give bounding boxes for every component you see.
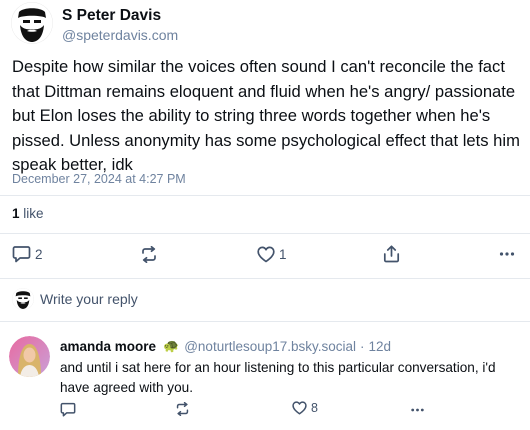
author-name[interactable]: S Peter Davis <box>62 7 161 25</box>
separator-dot: · <box>360 338 365 354</box>
reply-post[interactable]: amanda moore 🐢 @noturtlesoup17.bsky.soci… <box>0 324 530 430</box>
post-timestamp: December 27, 2024 at 4:27 PM <box>12 172 186 186</box>
commenter-avatar[interactable] <box>9 336 50 377</box>
reply-composer[interactable]: Write your reply <box>0 279 530 321</box>
comment-reply-button[interactable] <box>60 402 76 417</box>
commenter-photo-icon <box>9 336 50 377</box>
divider <box>0 233 530 234</box>
repost-button[interactable] <box>140 246 158 263</box>
heart-icon <box>292 401 307 415</box>
comment-like-count: 8 <box>311 401 318 415</box>
divider <box>0 195 530 196</box>
comment-time[interactable]: 12d <box>369 339 392 354</box>
author-handle[interactable]: @speterdavis.com <box>62 27 178 43</box>
share-button[interactable] <box>383 245 400 263</box>
reply-placeholder: Write your reply <box>40 291 138 307</box>
reply-bubble-icon <box>60 402 76 417</box>
comment-meta: amanda moore 🐢 @noturtlesoup17.bsky.soci… <box>60 338 391 354</box>
comment-more-options-button[interactable] <box>410 403 425 417</box>
reply-button[interactable]: 2 <box>12 245 43 263</box>
commenter-name[interactable]: amanda moore <box>60 339 156 354</box>
comment-text: and until i sat here for an hour listeni… <box>60 360 496 395</box>
share-icon <box>383 245 400 263</box>
likes-summary[interactable]: 1 like <box>12 206 44 221</box>
more-dots-icon <box>499 252 515 256</box>
divider <box>0 321 530 322</box>
bearded-face-logo-icon <box>11 2 53 44</box>
likes-count: 1 <box>12 206 20 221</box>
reply-bubble-icon <box>12 246 31 263</box>
like-count: 1 <box>279 247 287 262</box>
turtle-badge-icon: 🐢 <box>163 338 180 353</box>
current-user-avatar <box>12 288 34 310</box>
repost-icon <box>176 402 189 416</box>
author-avatar[interactable] <box>11 2 53 44</box>
commenter-handle[interactable]: @noturtlesoup17.bsky.social <box>184 339 356 354</box>
likes-label: like <box>23 206 44 221</box>
more-options-button[interactable] <box>499 246 515 262</box>
more-dots-icon <box>411 408 424 412</box>
comment-like-button[interactable]: 8 <box>292 401 318 415</box>
heart-icon <box>257 246 275 263</box>
like-button[interactable]: 1 <box>257 246 287 263</box>
comment-repost-button[interactable] <box>175 402 190 416</box>
bearded-face-logo-icon <box>12 288 34 310</box>
repost-icon <box>142 246 156 263</box>
reply-count: 2 <box>35 246 43 262</box>
post-text: Despite how similar the voices often sou… <box>12 57 520 174</box>
